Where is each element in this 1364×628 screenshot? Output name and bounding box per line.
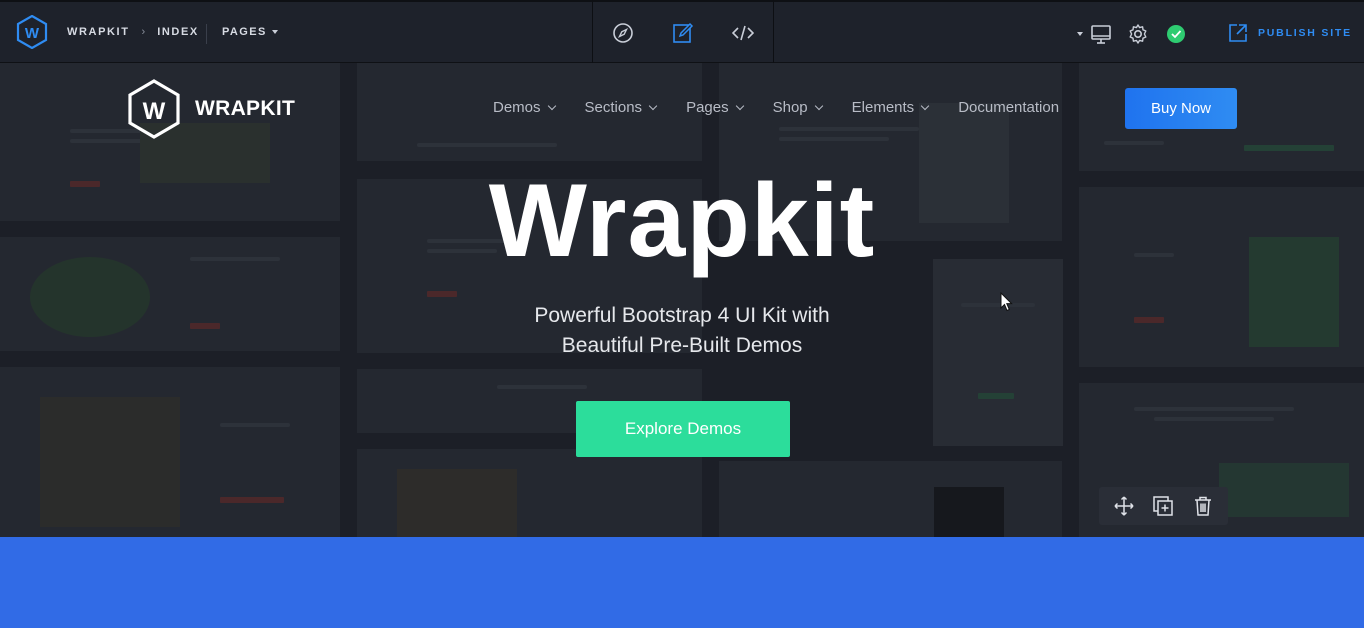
desktop-icon[interactable] — [1090, 22, 1112, 46]
breadcrumb: WRAPKIT › INDEX — [67, 26, 199, 38]
nav-item-label: Sections — [584, 99, 643, 116]
chevron-down-icon — [920, 101, 930, 110]
toolbar-divider — [206, 24, 207, 44]
nav-item-label: Documentation — [958, 99, 1060, 116]
tab-preview-mode[interactable] — [593, 0, 653, 65]
publish-site-label: PUBLISH SITE — [1258, 27, 1352, 39]
duplicate-icon[interactable] — [1152, 495, 1174, 517]
chevron-down-icon — [648, 101, 658, 110]
nav-item-documentation[interactable]: Documentation — [958, 99, 1059, 116]
chevron-down-icon — [814, 101, 823, 110]
explore-demos-button[interactable]: Explore Demos — [576, 401, 790, 457]
tab-edit-mode[interactable] — [653, 0, 713, 65]
app-logo-icon[interactable]: W — [16, 15, 48, 49]
hero-section[interactable]: W WRAPKIT Demos Sections Pages Shop Elem… — [0, 63, 1364, 537]
buy-now-button[interactable]: Buy Now — [1125, 88, 1237, 129]
hero-subtitle-line: Beautiful Pre-Built Demos — [561, 334, 803, 357]
editor-toolbar: W WRAPKIT › INDEX PAGES PUBLISH SITE — [0, 0, 1364, 65]
gear-icon[interactable] — [1127, 22, 1149, 46]
nav-item-label: Pages — [686, 99, 729, 116]
hero-subtitle: Powerful Bootstrap 4 UI Kit with Beautif… — [0, 301, 1364, 361]
nav-item-label: Demos — [493, 99, 541, 116]
site-logo-text: WRAPKIT — [195, 97, 296, 120]
trash-icon[interactable] — [1193, 495, 1213, 517]
mode-switcher — [592, 0, 774, 65]
site-nav: Demos Sections Pages Shop Elements Docum… — [493, 99, 1089, 116]
site-logo[interactable]: W WRAPKIT — [127, 79, 295, 139]
move-icon[interactable] — [1114, 496, 1134, 516]
nav-item-demos[interactable]: Demos — [493, 99, 556, 116]
status-check-icon[interactable] — [1165, 22, 1187, 46]
app-logo-letter: W — [25, 25, 40, 42]
edit-icon — [673, 22, 694, 43]
pages-dropdown-label: PAGES — [222, 26, 267, 38]
chevron-down-icon — [547, 101, 556, 110]
nav-item-sections[interactable]: Sections — [584, 99, 658, 116]
breadcrumb-separator: › — [141, 26, 146, 38]
pages-dropdown[interactable]: PAGES — [222, 26, 278, 38]
nav-item-label: Elements — [851, 99, 915, 116]
hero-subtitle-line: Powerful Bootstrap 4 UI Kit with — [534, 304, 830, 327]
publish-site-button[interactable]: PUBLISH SITE — [1228, 23, 1352, 43]
breadcrumb-site[interactable]: WRAPKIT — [67, 26, 130, 38]
caret-down-icon — [271, 30, 278, 34]
breadcrumb-page[interactable]: INDEX — [157, 26, 199, 38]
nav-item-pages[interactable]: Pages — [686, 99, 744, 116]
code-icon — [732, 25, 754, 40]
chevron-down-icon — [735, 101, 744, 110]
nav-item-label: Shop — [772, 99, 808, 116]
next-section[interactable] — [0, 537, 1364, 628]
device-caret-icon[interactable] — [1077, 32, 1083, 36]
nav-item-elements[interactable]: Elements — [851, 99, 930, 116]
nav-item-shop[interactable]: Shop — [772, 99, 823, 116]
compass-icon — [613, 22, 633, 43]
site-logo-letter: W — [143, 98, 166, 125]
tab-code-mode[interactable] — [713, 0, 773, 65]
block-toolbar — [1099, 487, 1228, 525]
mouse-cursor-icon — [1000, 292, 1013, 312]
hero-title: Wrapkit — [488, 163, 876, 279]
external-link-icon — [1229, 24, 1247, 42]
hexagon-logo-icon: W — [128, 79, 180, 139]
